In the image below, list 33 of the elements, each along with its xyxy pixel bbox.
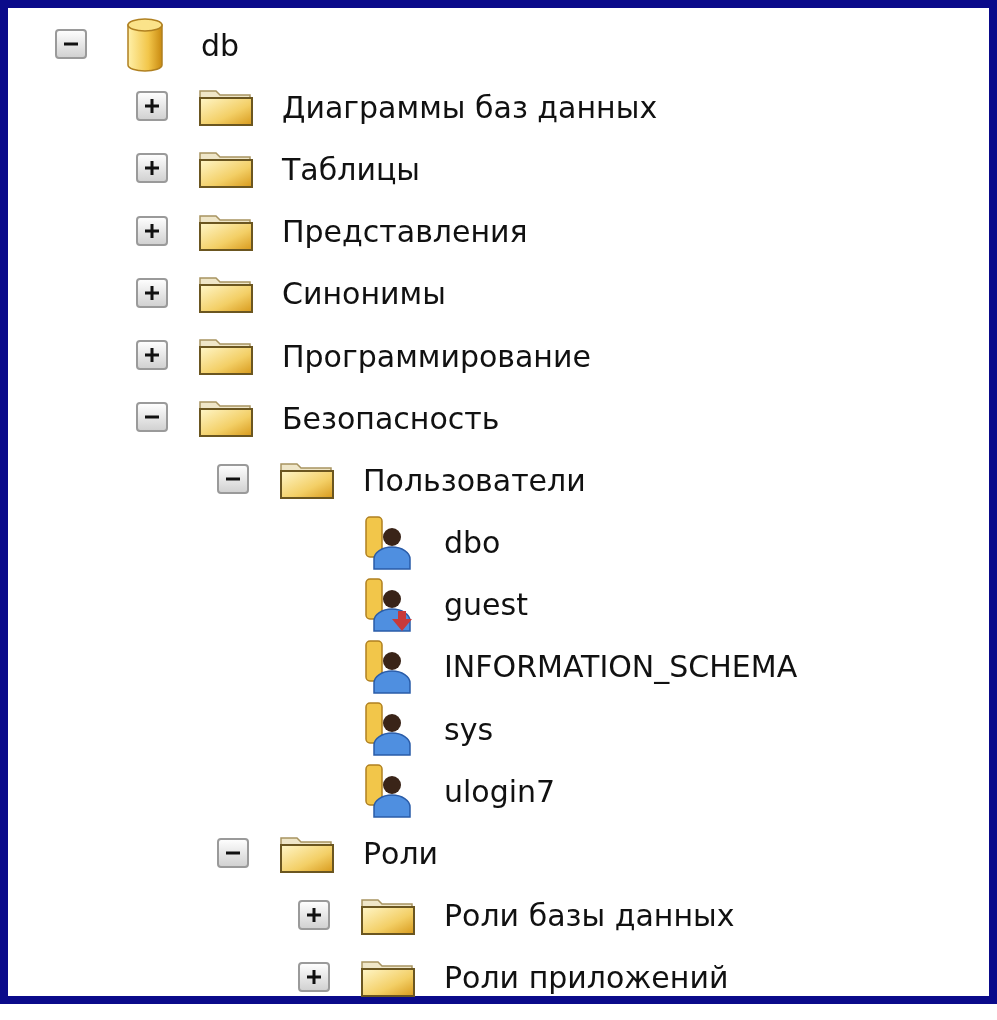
tree-item-label[interactable]: Роли приложений	[444, 960, 729, 996]
folder-icon	[198, 87, 254, 128]
tree-item-label[interactable]: guest	[444, 587, 528, 623]
expand-toggle[interactable]	[136, 91, 168, 122]
folder-icon	[198, 336, 254, 377]
collapse-toggle[interactable]	[136, 402, 168, 433]
collapse-toggle[interactable]	[55, 29, 87, 60]
collapse-toggle[interactable]	[217, 837, 249, 868]
tree-item-label[interactable]: INFORMATION_SCHEMA	[444, 649, 798, 685]
tree-item-label[interactable]: Безопасность	[282, 400, 500, 436]
expand-toggle[interactable]	[298, 961, 330, 992]
tree-item-label[interactable]: ulogin7	[444, 773, 556, 809]
tree-item-label[interactable]: Пользователи	[363, 462, 586, 498]
tree-item-label[interactable]: Представления	[282, 214, 528, 250]
collapse-toggle[interactable]	[217, 464, 249, 495]
tree-item-label[interactable]: dbo	[444, 525, 501, 561]
folder-icon	[279, 460, 335, 501]
tree-item-label[interactable]: Программирование	[282, 338, 591, 374]
expand-toggle[interactable]	[136, 340, 168, 371]
expand-toggle[interactable]	[136, 153, 168, 184]
tree-item-label[interactable]: Диаграммы баз данных	[282, 89, 658, 125]
database-icon	[125, 17, 165, 74]
tree-item-label[interactable]: Таблицы	[282, 151, 420, 187]
tree-item-label[interactable]: Синонимы	[282, 276, 446, 312]
tree-item-label[interactable]: Роли базы данных	[444, 898, 735, 934]
expand-toggle[interactable]	[136, 215, 168, 246]
tree-item-label[interactable]: sys	[444, 711, 493, 747]
folder-icon	[198, 149, 254, 190]
folder-icon	[198, 398, 254, 439]
tree-item-label[interactable]: db	[201, 27, 240, 63]
expand-toggle[interactable]	[136, 277, 168, 308]
expand-toggle[interactable]	[298, 899, 330, 930]
tree-item-label[interactable]: Роли	[363, 836, 439, 872]
